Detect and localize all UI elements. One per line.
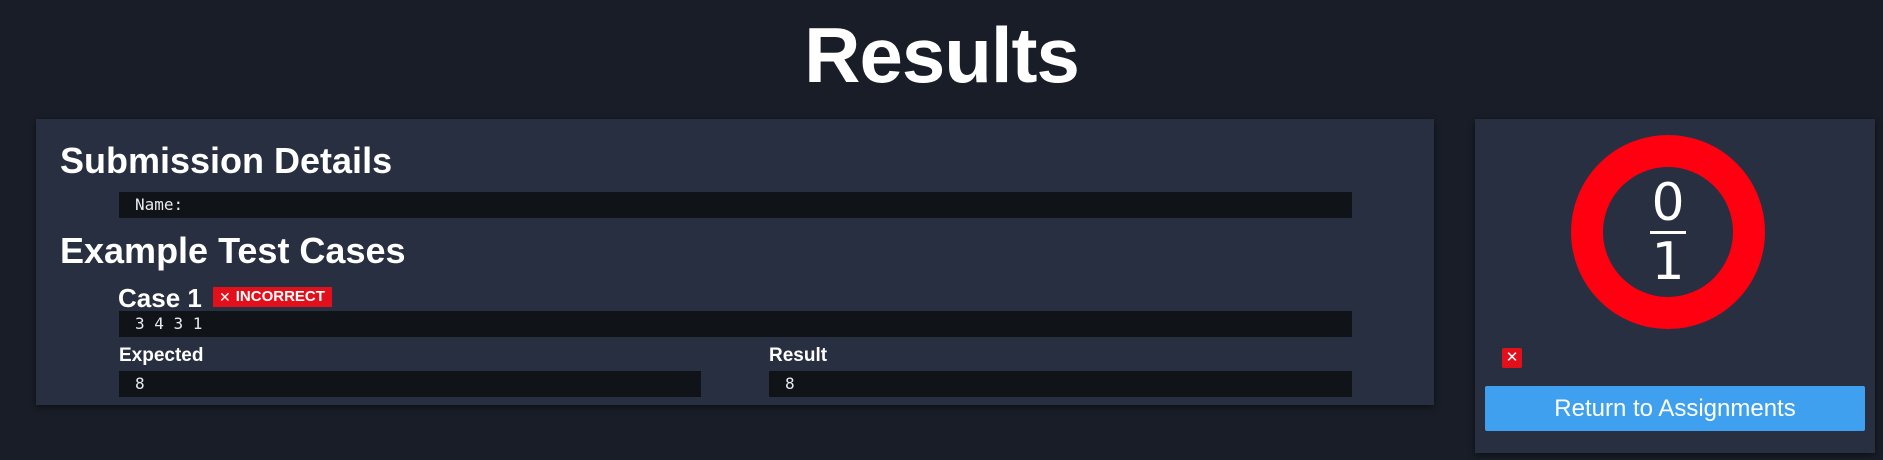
status-badge: ✕ INCORRECT <box>213 287 332 307</box>
result-label: Result <box>769 345 828 366</box>
score-total: 1 <box>1651 231 1685 292</box>
case-title: Case 1 <box>118 283 202 313</box>
submission-details-heading: Submission Details <box>60 140 393 181</box>
score-panel: 0 1 ✕ Return to Assignments <box>1475 119 1875 453</box>
close-icon: ✕ <box>219 289 231 305</box>
expected-label: Expected <box>119 345 204 366</box>
test-cases-heading: Example Test Cases <box>60 230 406 271</box>
result-output: 8 <box>769 371 1352 397</box>
case-input: 3 4 3 1 <box>119 311 1352 337</box>
close-icon: ✕ <box>1502 348 1522 368</box>
submission-details-panel: Submission Details Name: Example Test Ca… <box>36 119 1434 405</box>
page-title: Results <box>804 11 1080 99</box>
status-badge-label: INCORRECT <box>235 288 325 305</box>
expected-output: 8 <box>119 371 701 397</box>
return-to-assignments-button[interactable]: Return to Assignments <box>1485 386 1865 431</box>
score-earned: 0 <box>1651 172 1685 233</box>
score-fraction: 0 1 <box>1570 134 1766 330</box>
score-ring: 0 1 <box>1570 134 1766 330</box>
submission-name-field: Name: <box>119 192 1352 218</box>
